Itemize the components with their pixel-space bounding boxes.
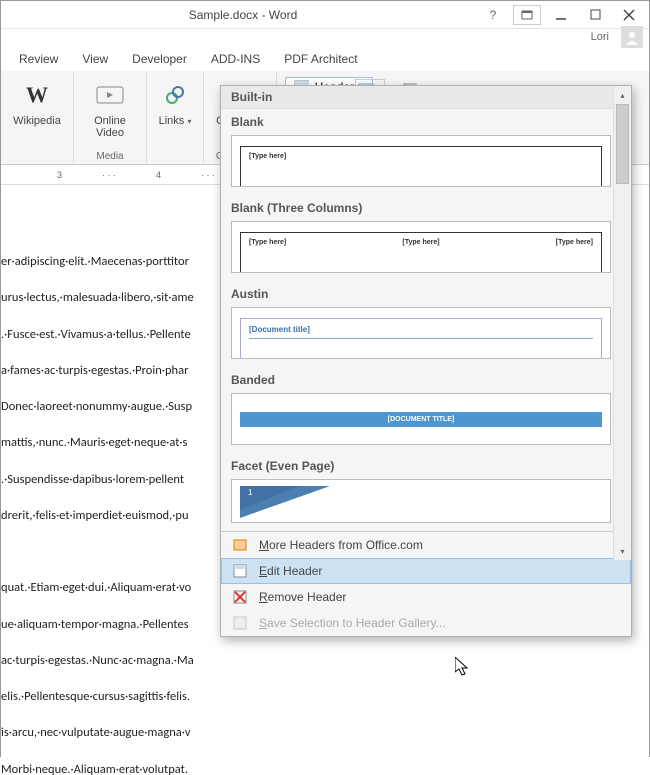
titlebar: Sample.docx - Word ? <box>1 1 649 29</box>
edit-header-item[interactable]: Edit Header <box>221 558 631 584</box>
close-icon[interactable] <box>615 5 643 25</box>
titlebar-controls: ? <box>479 5 643 25</box>
save-icon <box>231 614 249 632</box>
help-icon[interactable]: ? <box>479 5 507 25</box>
gallery-item-facet[interactable]: 1 <box>231 479 611 523</box>
gallery-section-builtin: Built-in <box>221 86 631 109</box>
window-title: Sample.docx - Word <box>7 8 479 22</box>
gallery-item-blank[interactable]: [Type here] <box>231 135 611 187</box>
links-icon <box>159 79 191 111</box>
tab-addins[interactable]: ADD-INS <box>211 52 260 66</box>
ribbon-group-media: Online Video Media <box>74 71 147 164</box>
more-headers-item[interactable]: More Headers from Office.com ▸ <box>221 532 631 558</box>
scroll-thumb[interactable] <box>616 104 629 184</box>
ribbon-group-links: Links ▾ <box>147 71 204 164</box>
maximize-icon[interactable] <box>581 5 609 25</box>
remove-icon <box>231 588 249 606</box>
gallery-item-label: Blank (Three Columns) <box>221 195 631 217</box>
ribbon-tabs: Review View Developer ADD-INS PDF Archit… <box>1 47 649 71</box>
wikipedia-button[interactable]: W Wikipedia <box>9 75 65 148</box>
tab-view[interactable]: View <box>82 52 108 66</box>
save-to-gallery-item: Save Selection to Header Gallery... <box>221 610 631 636</box>
media-group-label: Media <box>74 151 146 162</box>
avatar[interactable] <box>621 26 643 48</box>
gallery-item-banded[interactable]: [DOCUMENT TITLE] <box>231 393 611 445</box>
tab-review[interactable]: Review <box>19 52 58 66</box>
remove-header-item[interactable]: Remove Header <box>221 584 631 610</box>
links-button[interactable]: Links ▾ <box>155 75 195 148</box>
tab-developer[interactable]: Developer <box>132 52 187 66</box>
office-icon <box>231 536 249 554</box>
gallery-item-label: Austin <box>221 281 631 303</box>
online-video-button[interactable]: Online Video <box>82 75 138 148</box>
scroll-up-icon[interactable]: ▴ <box>614 86 631 104</box>
video-icon <box>94 79 126 111</box>
ribbon-group-wikipedia: W Wikipedia <box>1 71 74 164</box>
header-dropdown-gallery: Built-in Blank [Type here] Blank (Three … <box>220 85 632 637</box>
dropdown-footer: More Headers from Office.com ▸ Edit Head… <box>221 531 631 636</box>
ribbon-display-icon[interactable] <box>513 5 541 25</box>
gallery-item-label: Facet (Even Page) <box>221 453 631 475</box>
tab-pdfarchitect[interactable]: PDF Architect <box>284 52 357 66</box>
gallery-item-label: Blank <box>221 109 631 131</box>
edit-icon <box>231 562 249 580</box>
gallery-scrollbar[interactable]: ▴ ▾ <box>613 86 631 560</box>
gallery-item-three-columns[interactable]: [Type here] [Type here] [Type here] <box>231 221 611 273</box>
scroll-down-icon[interactable]: ▾ <box>614 542 631 560</box>
wikipedia-icon: W <box>21 79 53 111</box>
gallery-item-austin[interactable]: [Document title] <box>231 307 611 359</box>
gallery-item-label: Banded <box>221 367 631 389</box>
minimize-icon[interactable] <box>547 5 575 25</box>
account-name[interactable]: Lori <box>591 31 609 43</box>
